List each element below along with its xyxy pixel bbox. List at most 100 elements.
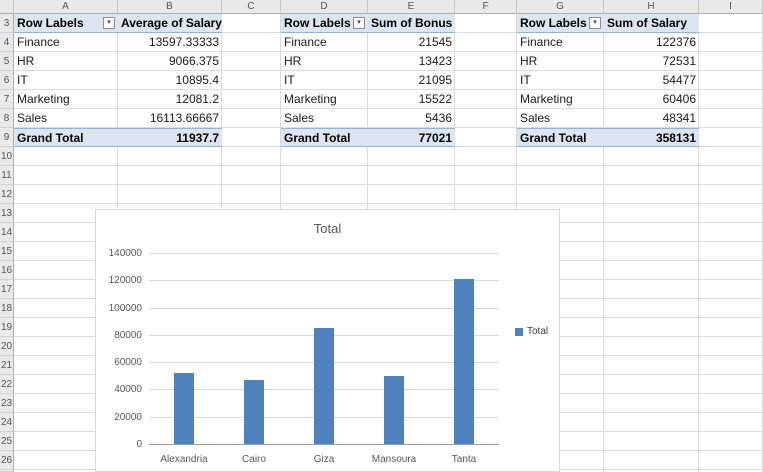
pivot3-value-marketing[interactable]: 60406 bbox=[604, 90, 699, 109]
row-labels-text: Row Labels bbox=[520, 16, 587, 30]
column-header-C[interactable]: C bbox=[222, 0, 281, 14]
row-header-7[interactable]: 7 bbox=[0, 90, 14, 109]
pivot2-value-header[interactable]: Sum of Bonus bbox=[368, 14, 455, 33]
chart-bar-alexandria[interactable] bbox=[174, 373, 194, 444]
pivot2-value-finance[interactable]: 21545 bbox=[368, 33, 455, 52]
row-header-12[interactable]: 12 bbox=[0, 185, 14, 204]
pivot3-value-it[interactable]: 54477 bbox=[604, 71, 699, 90]
pivot2-label-hr[interactable]: HR bbox=[281, 52, 368, 71]
spreadsheet: ABCDEFGHI Row Labels ▾ Average of Salary… bbox=[0, 0, 763, 472]
filter-dropdown-icon[interactable]: ▾ bbox=[103, 17, 115, 29]
pivot1-value-hr[interactable]: 9066.375 bbox=[118, 52, 222, 71]
chart-legend[interactable]: Total bbox=[515, 326, 548, 337]
chart-bar-giza[interactable] bbox=[314, 328, 334, 444]
pivot2-value-marketing[interactable]: 15522 bbox=[368, 90, 455, 109]
chart-gridline bbox=[149, 280, 499, 281]
row-header-9[interactable]: 9 bbox=[0, 128, 14, 147]
row-header-26[interactable]: 26 bbox=[0, 451, 14, 470]
y-axis-tick-label: 0 bbox=[136, 439, 142, 450]
gridline-horizontal bbox=[14, 203, 763, 204]
pivot1-value-header[interactable]: Average of Salary bbox=[118, 14, 222, 33]
pivot1-grand-total-value[interactable]: 11937.7 bbox=[118, 128, 222, 147]
column-header-H[interactable]: H bbox=[604, 0, 699, 14]
pivot2-value-hr[interactable]: 13423 bbox=[368, 52, 455, 71]
column-header-B[interactable]: B bbox=[118, 0, 222, 14]
filter-dropdown-icon[interactable]: ▾ bbox=[589, 17, 601, 29]
row-header-3[interactable]: 3 bbox=[0, 14, 14, 33]
pivot1-row-labels-header[interactable]: Row Labels ▾ bbox=[14, 14, 118, 33]
row-header-20[interactable]: 20 bbox=[0, 337, 14, 356]
pivot1-label-sales[interactable]: Sales bbox=[14, 109, 118, 128]
y-axis-tick-label: 80000 bbox=[114, 330, 142, 341]
row-header-4[interactable]: 4 bbox=[0, 33, 14, 52]
pivot3-row-labels-header[interactable]: Row Labels ▾ bbox=[517, 14, 604, 33]
row-header-17[interactable]: 17 bbox=[0, 280, 14, 299]
pivot1-value-marketing[interactable]: 12081.2 bbox=[118, 90, 222, 109]
pivot2-value-it[interactable]: 21095 bbox=[368, 71, 455, 90]
pivot3-label-marketing[interactable]: Marketing bbox=[517, 90, 604, 109]
legend-label: Total bbox=[527, 326, 549, 337]
pivot1-label-hr[interactable]: HR bbox=[14, 52, 118, 71]
pivot2-value-sales[interactable]: 5436 bbox=[368, 109, 455, 128]
pivot3-grand-total-value[interactable]: 358131 bbox=[604, 128, 699, 147]
chart-bar-cairo[interactable] bbox=[244, 380, 264, 444]
row-header-8[interactable]: 8 bbox=[0, 109, 14, 128]
chart-bar-mansoura[interactable] bbox=[384, 376, 404, 444]
pivot2-label-it[interactable]: IT bbox=[281, 71, 368, 90]
pivot2-grand-total-value[interactable]: 77021 bbox=[368, 128, 455, 147]
row-labels-text: Row Labels bbox=[284, 16, 351, 30]
row-header-21[interactable]: 21 bbox=[0, 356, 14, 375]
row-header-24[interactable]: 24 bbox=[0, 413, 14, 432]
chart-gridline bbox=[149, 253, 499, 254]
column-header-D[interactable]: D bbox=[281, 0, 368, 14]
column-header-F[interactable]: F bbox=[455, 0, 517, 14]
pivot1-label-it[interactable]: IT bbox=[14, 71, 118, 90]
row-header-11[interactable]: 11 bbox=[0, 166, 14, 185]
row-header-16[interactable]: 16 bbox=[0, 261, 14, 280]
pivot3-value-hr[interactable]: 72531 bbox=[604, 52, 699, 71]
row-header-15[interactable]: 15 bbox=[0, 242, 14, 261]
pivot2-label-sales[interactable]: Sales bbox=[281, 109, 368, 128]
pivot3-label-hr[interactable]: HR bbox=[517, 52, 604, 71]
column-header-strip: ABCDEFGHI bbox=[0, 0, 763, 14]
row-header-18[interactable]: 18 bbox=[0, 299, 14, 318]
row-header-22[interactable]: 22 bbox=[0, 375, 14, 394]
pivot2-label-marketing[interactable]: Marketing bbox=[281, 90, 368, 109]
chart-gridline bbox=[149, 308, 499, 309]
row-header-25[interactable]: 25 bbox=[0, 432, 14, 451]
row-header-14[interactable]: 14 bbox=[0, 223, 14, 242]
pivot1-value-it[interactable]: 10895.4 bbox=[118, 71, 222, 90]
pivot1-value-finance[interactable]: 13597.33333 bbox=[118, 33, 222, 52]
pivot3-label-it[interactable]: IT bbox=[517, 71, 604, 90]
column-header-A[interactable]: A bbox=[14, 0, 118, 14]
bar-chart[interactable]: Total Total 0 20000 40000 60000 80000 100000 1… bbox=[95, 209, 560, 472]
row-header-19[interactable]: 19 bbox=[0, 318, 14, 337]
column-header-G[interactable]: G bbox=[517, 0, 604, 14]
pivot1-label-marketing[interactable]: Marketing bbox=[14, 90, 118, 109]
column-header-E[interactable]: E bbox=[368, 0, 455, 14]
pivot3-label-finance[interactable]: Finance bbox=[517, 33, 604, 52]
pivot3-value-sales[interactable]: 48341 bbox=[604, 109, 699, 128]
column-header-I[interactable]: I bbox=[699, 0, 763, 14]
row-header-23[interactable]: 23 bbox=[0, 394, 14, 413]
pivot3-label-sales[interactable]: Sales bbox=[517, 109, 604, 128]
pivot1-value-sales[interactable]: 16113.66667 bbox=[118, 109, 222, 128]
row-header-6[interactable]: 6 bbox=[0, 71, 14, 90]
pivot2-grand-total-label[interactable]: Grand Total bbox=[281, 128, 368, 147]
chart-bar-tanta[interactable] bbox=[454, 279, 474, 444]
x-axis-category-label: Giza bbox=[313, 454, 335, 465]
pivot3-value-header[interactable]: Sum of Salary bbox=[604, 14, 699, 33]
pivot1-label-finance[interactable]: Finance bbox=[14, 33, 118, 52]
pivot3-value-finance[interactable]: 122376 bbox=[604, 33, 699, 52]
pivot1-grand-total-label[interactable]: Grand Total bbox=[14, 128, 118, 147]
y-axis-tick-label: 60000 bbox=[114, 357, 142, 368]
pivot3-grand-total-label[interactable]: Grand Total bbox=[517, 128, 604, 147]
row-header-13[interactable]: 13 bbox=[0, 204, 14, 223]
pivot2-label-finance[interactable]: Finance bbox=[281, 33, 368, 52]
select-all-corner[interactable] bbox=[0, 0, 14, 14]
y-axis-tick-label: 40000 bbox=[114, 384, 142, 395]
row-header-10[interactable]: 10 bbox=[0, 147, 14, 166]
row-header-5[interactable]: 5 bbox=[0, 52, 14, 71]
filter-dropdown-icon[interactable]: ▾ bbox=[353, 17, 365, 29]
pivot2-row-labels-header[interactable]: Row Labels ▾ bbox=[281, 14, 368, 33]
